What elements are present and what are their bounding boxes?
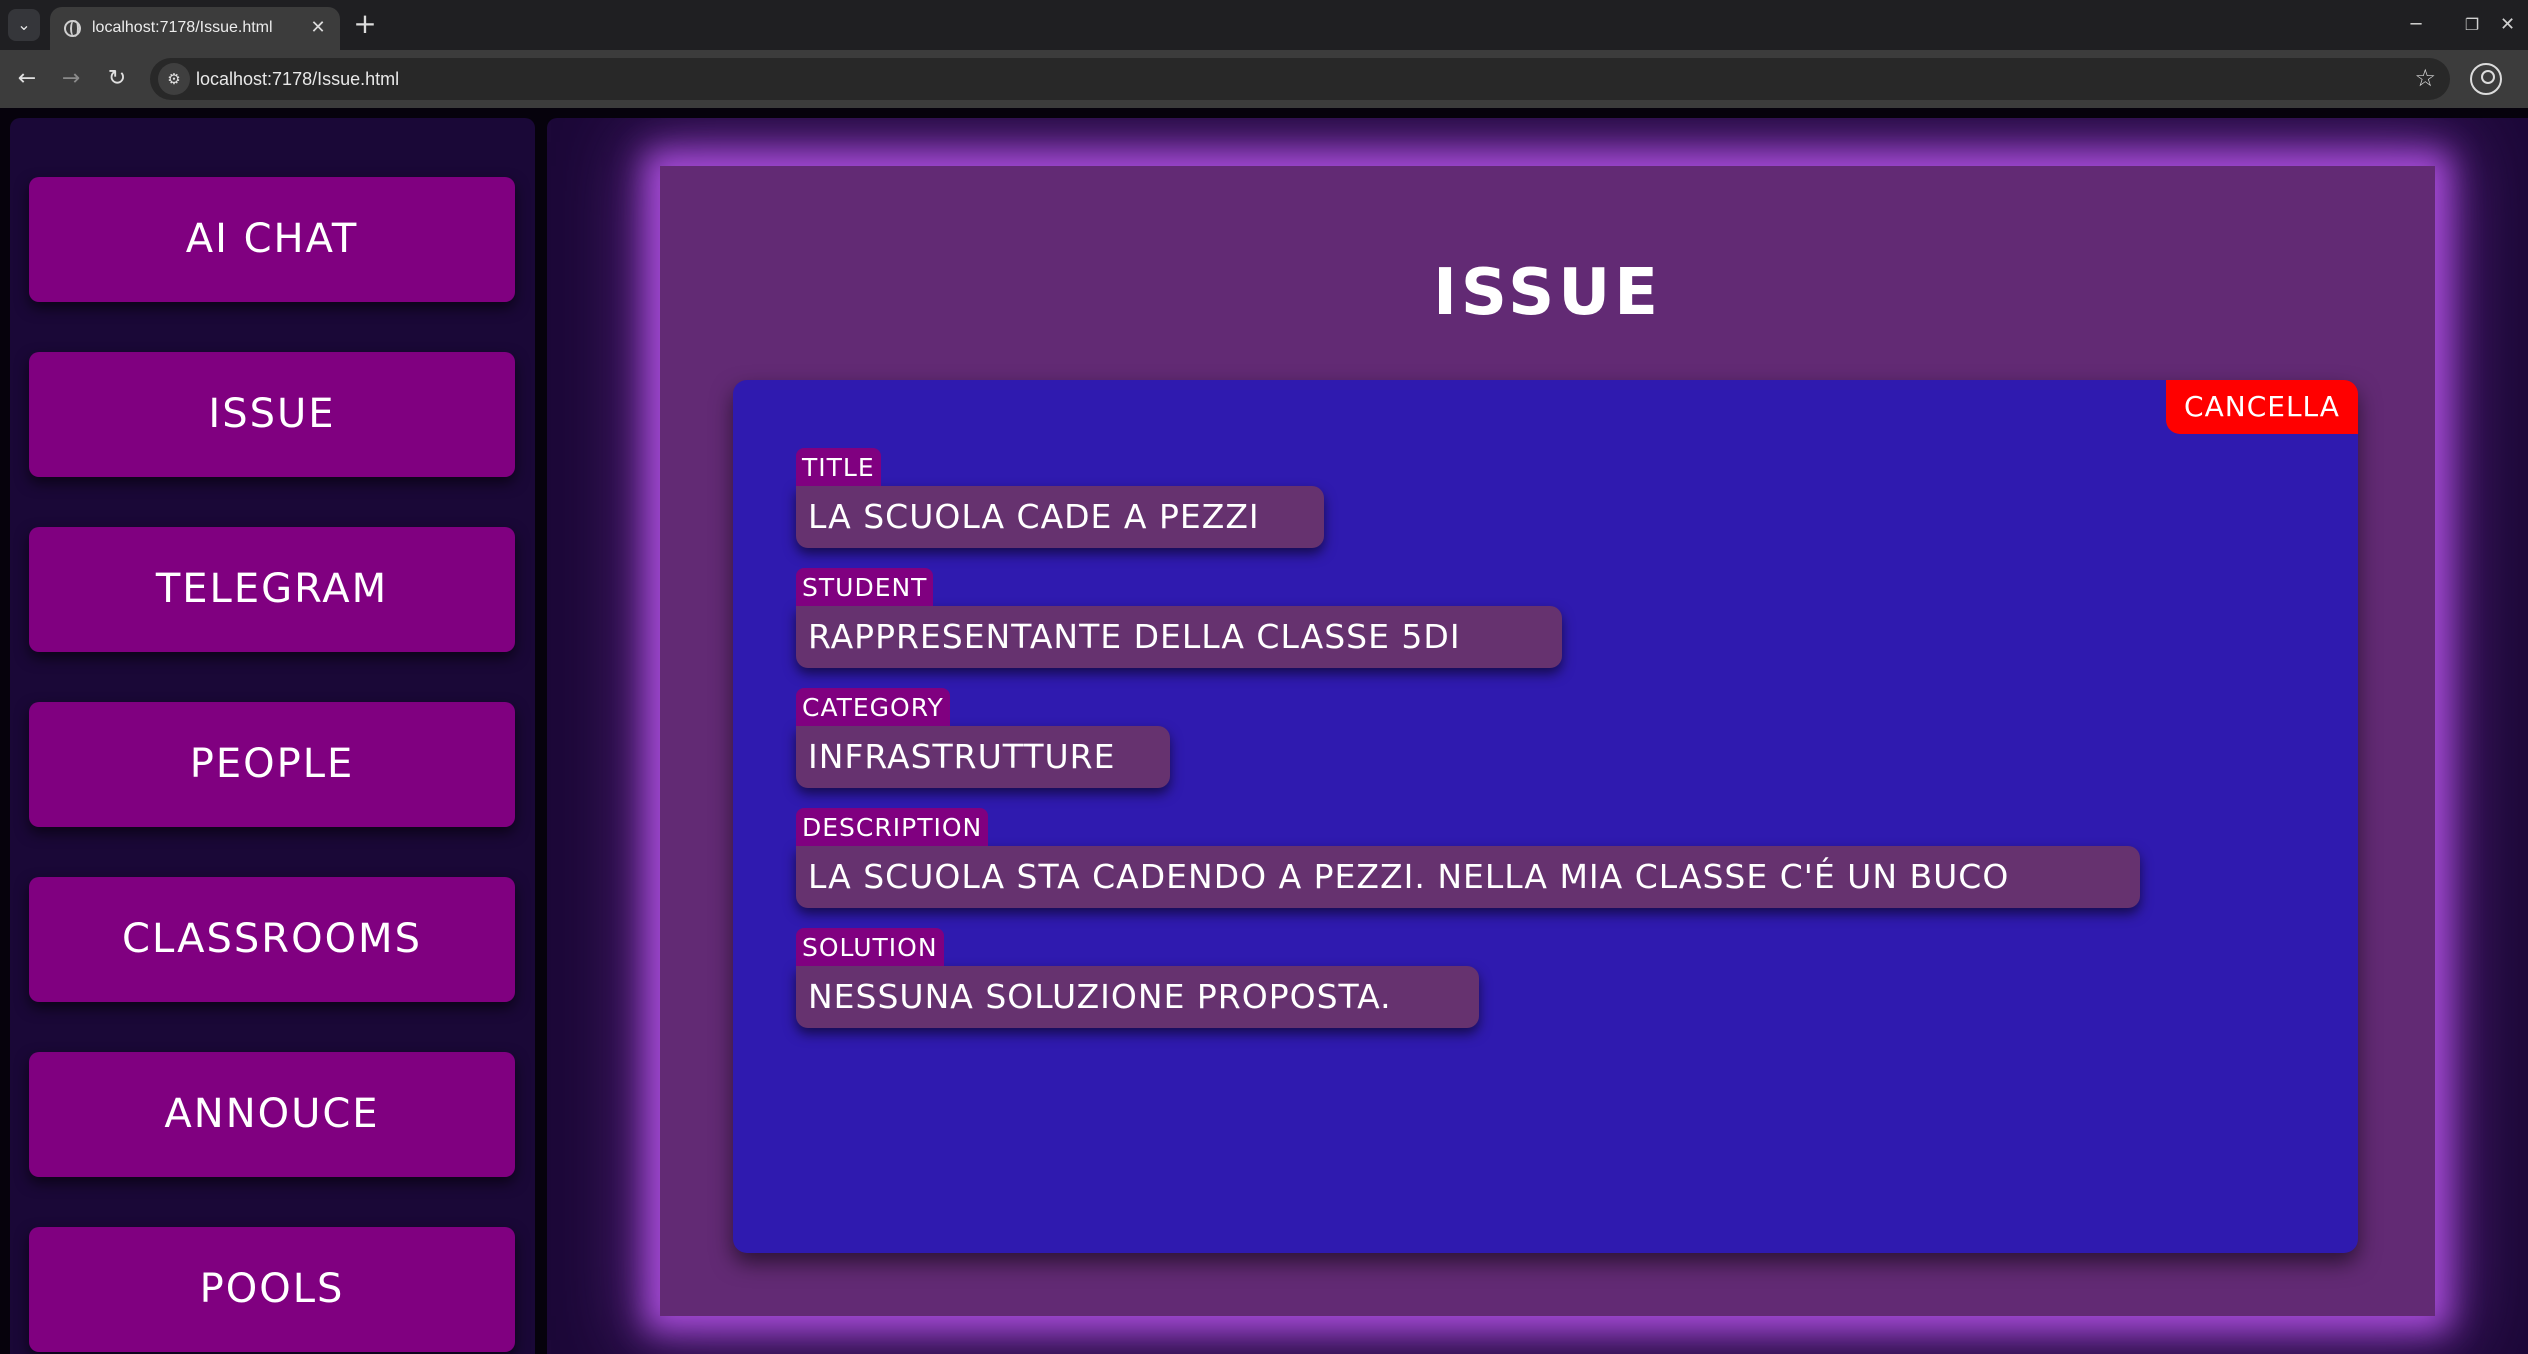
field-value: LA SCUOLA STA CADENDO A PEZZI. NELLA MIA… bbox=[796, 846, 2140, 908]
profile-icon[interactable] bbox=[2470, 63, 2502, 95]
sidebar-item-annouce[interactable]: ANNOUCE bbox=[29, 1052, 515, 1177]
page-title: ISSUE bbox=[1433, 256, 1662, 330]
field-label: DESCRIPTION bbox=[796, 808, 989, 846]
field-value: INFRASTRUTTURE bbox=[796, 726, 1170, 788]
sidebar-item-telegram[interactable]: TELEGRAM bbox=[29, 527, 515, 652]
field-title: TITLE LA SCUOLA CADE A PEZZI bbox=[796, 448, 1324, 548]
sidebar-item-issue[interactable]: ISSUE bbox=[29, 352, 515, 477]
field-student: STUDENT RAPPRESENTANTE DELLA CLASSE 5DI bbox=[796, 568, 1562, 668]
field-value: RAPPRESENTANTE DELLA CLASSE 5DI bbox=[796, 606, 1562, 668]
field-solution: SOLUTION NESSUNA SOLUZIONE PROPOSTA. bbox=[796, 928, 1479, 1028]
tab-title: localhost:7178/Issue.html bbox=[92, 19, 273, 36]
field-description: DESCRIPTION LA SCUOLA STA CADENDO A PEZZ… bbox=[796, 808, 2140, 908]
minimize-icon[interactable]: ─ bbox=[2396, 10, 2436, 40]
back-icon[interactable]: ← bbox=[11, 63, 43, 95]
issue-panel: ISSUE CANCELLA TITLE LA SCUOLA CADE A PE… bbox=[660, 166, 2435, 1316]
field-value: NESSUNA SOLUZIONE PROPOSTA. bbox=[796, 966, 1479, 1028]
restore-icon[interactable]: ❐ bbox=[2452, 10, 2492, 40]
main-content: ISSUE CANCELLA TITLE LA SCUOLA CADE A PE… bbox=[547, 118, 2528, 1354]
field-label: TITLE bbox=[796, 448, 881, 486]
star-icon[interactable]: ☆ bbox=[2414, 64, 2436, 92]
chevron-down-icon[interactable]: ⌄ bbox=[8, 9, 40, 41]
field-category: CATEGORY INFRASTRUTTURE bbox=[796, 688, 1170, 788]
address-bar[interactable]: ⚙ localhost:7178/Issue.html ☆ bbox=[150, 58, 2450, 100]
browser-toolbar: ← → ↻ ⚙ localhost:7178/Issue.html ☆ bbox=[0, 50, 2528, 108]
field-value: LA SCUOLA CADE A PEZZI bbox=[796, 486, 1324, 548]
sidebar-item-pools[interactable]: POOLS bbox=[29, 1227, 515, 1352]
site-settings-icon[interactable]: ⚙ bbox=[158, 63, 190, 95]
close-window-icon[interactable]: ✕ bbox=[2500, 10, 2528, 40]
cancel-button[interactable]: CANCELLA bbox=[2166, 380, 2358, 434]
close-icon[interactable]: ✕ bbox=[306, 16, 330, 40]
field-label: CATEGORY bbox=[796, 688, 950, 726]
field-label: SOLUTION bbox=[796, 928, 944, 966]
sidebar: AI CHAT ISSUE TELEGRAM PEOPLE CLASSROOMS… bbox=[10, 118, 535, 1354]
browser-tab-bar: ⌄ localhost:7178/Issue.html ✕ + ─ ❐ ✕ bbox=[0, 0, 2528, 50]
sidebar-item-ai-chat[interactable]: AI CHAT bbox=[29, 177, 515, 302]
forward-icon[interactable]: → bbox=[55, 63, 87, 95]
reload-icon[interactable]: ↻ bbox=[101, 63, 133, 95]
sidebar-item-people[interactable]: PEOPLE bbox=[29, 702, 515, 827]
issue-card: CANCELLA TITLE LA SCUOLA CADE A PEZZI ST… bbox=[733, 380, 2358, 1253]
globe-icon bbox=[64, 20, 81, 37]
sidebar-item-classrooms[interactable]: CLASSROOMS bbox=[29, 877, 515, 1002]
field-label: STUDENT bbox=[796, 568, 934, 606]
page: AI CHAT ISSUE TELEGRAM PEOPLE CLASSROOMS… bbox=[0, 108, 2528, 1354]
plus-icon[interactable]: + bbox=[350, 10, 380, 40]
url-text[interactable]: localhost:7178/Issue.html bbox=[196, 69, 399, 90]
browser-tab[interactable]: localhost:7178/Issue.html ✕ bbox=[50, 7, 340, 50]
